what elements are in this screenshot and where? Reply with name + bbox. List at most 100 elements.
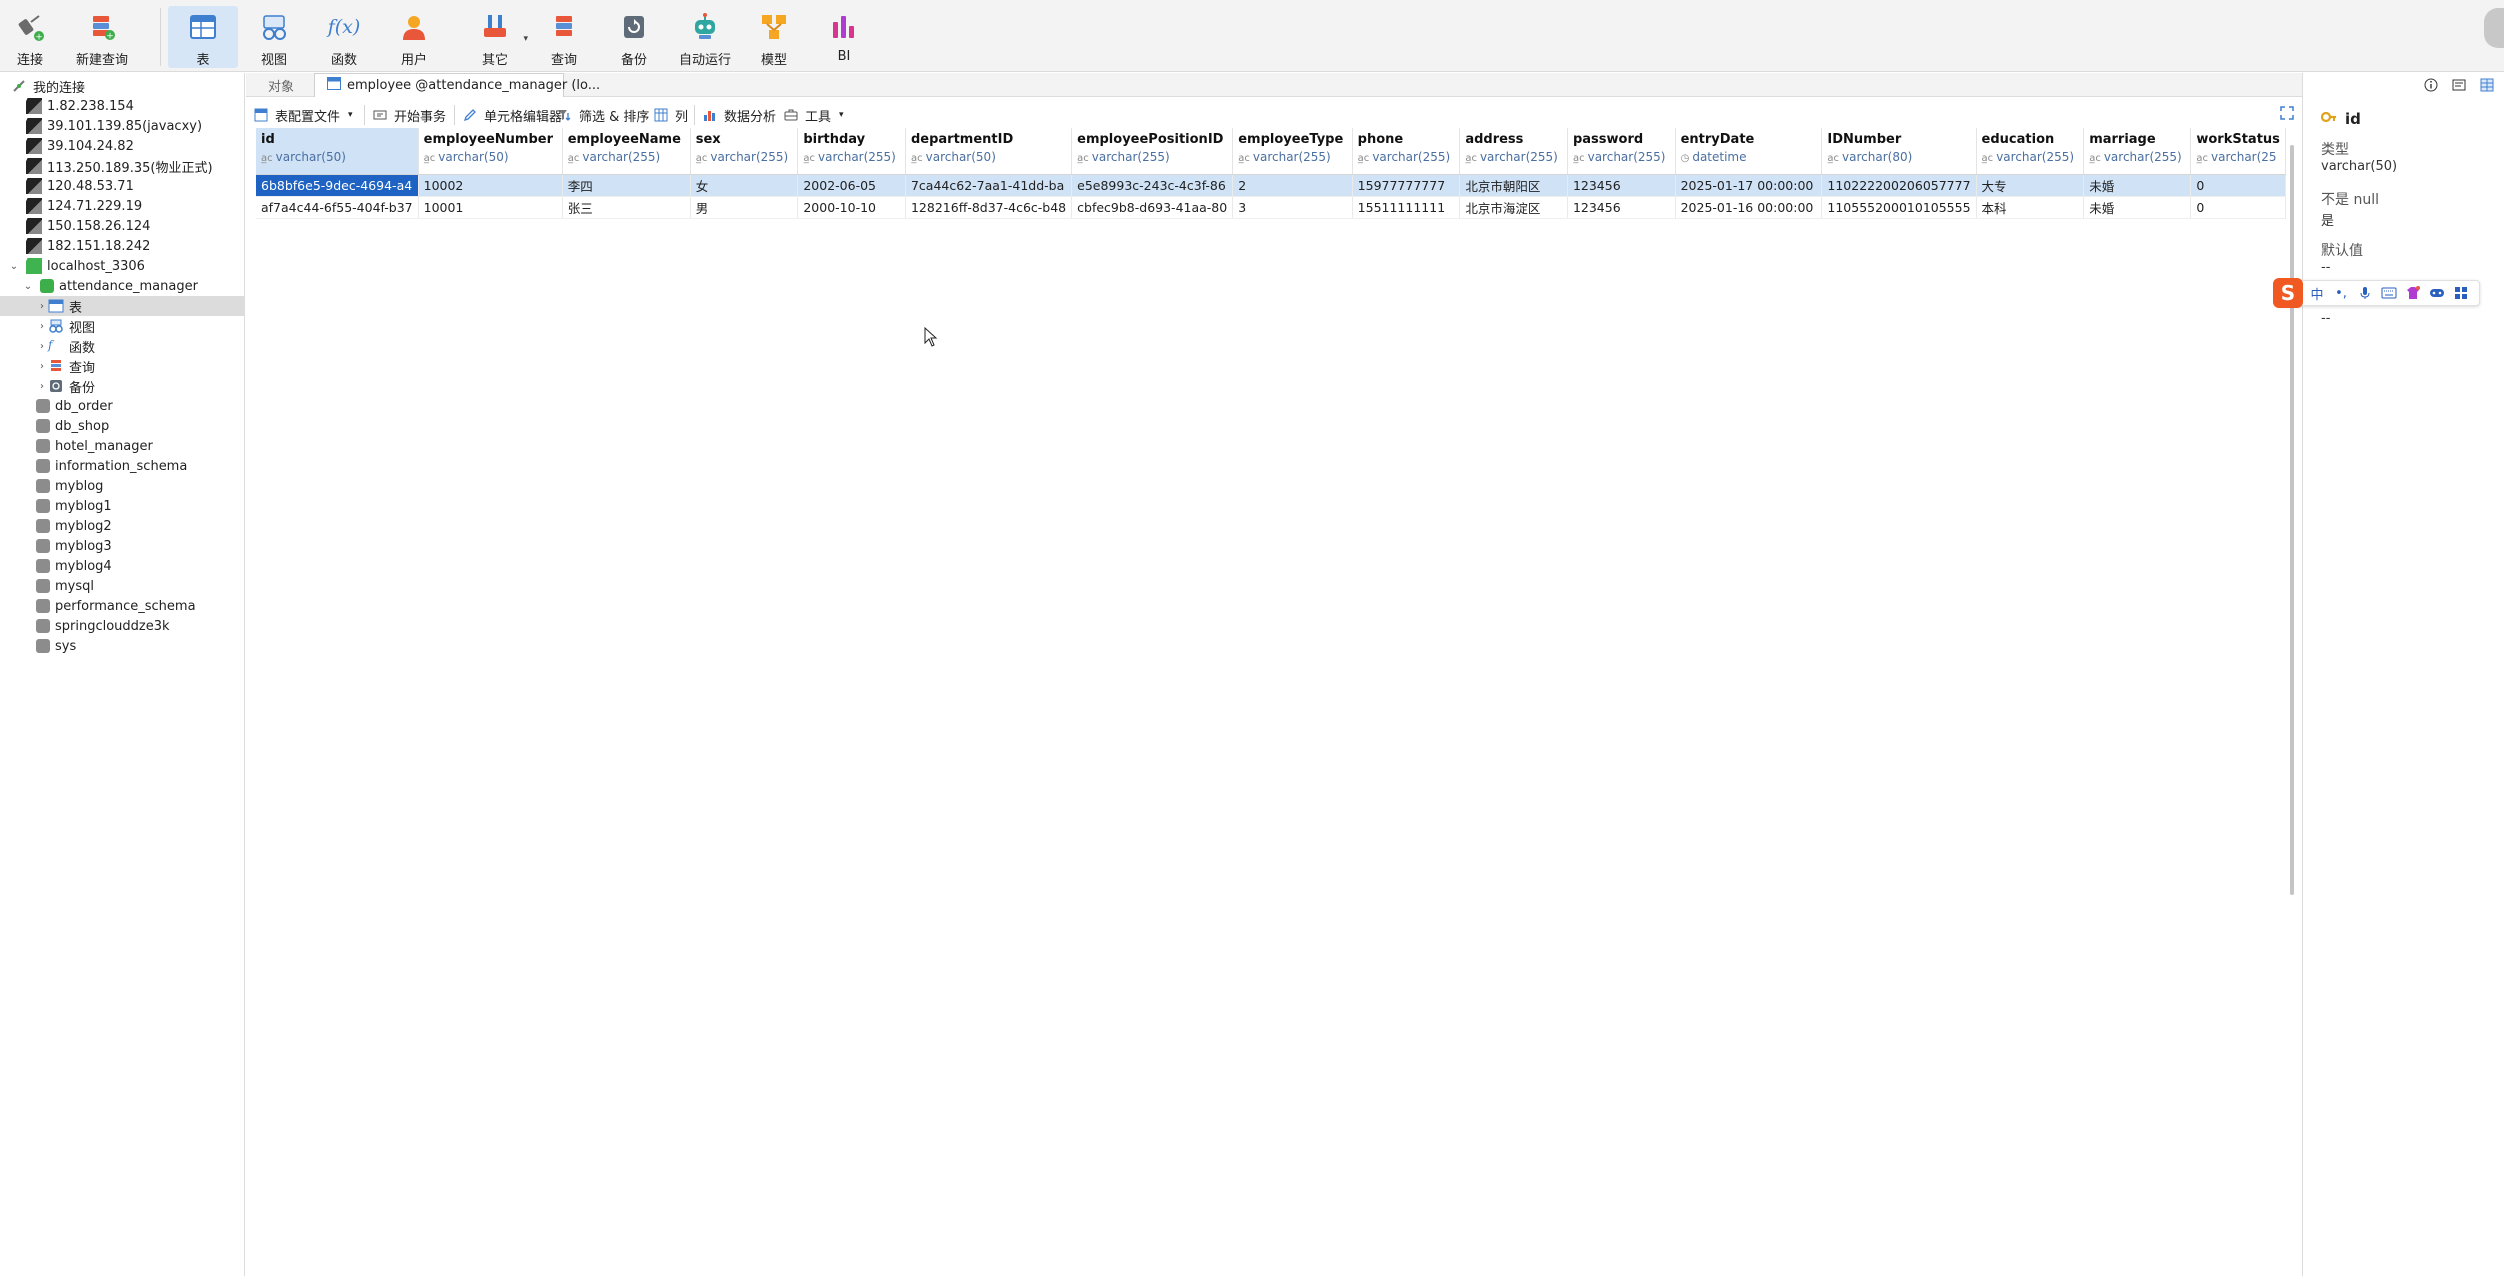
column-header-sex[interactable]: sex a̲c varchar(255) bbox=[690, 128, 799, 175]
column-header-employeeType[interactable]: employeeType a̲c varchar(255) bbox=[1232, 128, 1353, 175]
table-cell-employeePositionID[interactable]: e5e8993c-243c-4c3f-86 bbox=[1071, 174, 1234, 197]
other-button[interactable]: 其它 ▾ bbox=[466, 6, 528, 68]
chevron-down-icon[interactable]: ▾ bbox=[523, 34, 528, 44]
tree-root-my-connections[interactable]: 我的连接 bbox=[0, 76, 244, 96]
query-button[interactable]: 查询 bbox=[542, 6, 586, 68]
table-cell-IDNumber[interactable]: 110555200010105555 bbox=[1821, 196, 1977, 219]
tree-item-database[interactable]: myblog2 bbox=[0, 516, 244, 536]
tree-item-queries[interactable]: › 查询 bbox=[0, 356, 244, 376]
skin-icon[interactable] bbox=[2403, 285, 2423, 301]
chevron-right-icon[interactable]: › bbox=[36, 361, 48, 372]
tree-item-database[interactable]: mysql bbox=[0, 576, 244, 596]
tree-item-database[interactable]: myblog1 bbox=[0, 496, 244, 516]
tree-item-database[interactable]: db_order bbox=[0, 396, 244, 416]
ddl-icon[interactable] bbox=[2452, 78, 2466, 92]
tree-item-database[interactable]: db_shop bbox=[0, 416, 244, 436]
column-header-password[interactable]: password a̲c varchar(255) bbox=[1567, 128, 1676, 175]
table-cell-departmentID[interactable]: 128216ff-8d37-4c6c-b48 bbox=[905, 196, 1073, 219]
grid-layout-icon[interactable] bbox=[2480, 78, 2494, 92]
chevron-down-icon[interactable]: ▾ bbox=[348, 110, 353, 120]
punctuation-toggle[interactable]: •, bbox=[2331, 285, 2351, 301]
table-cell-employeeNumber[interactable]: 10001 bbox=[418, 196, 563, 219]
user-button[interactable]: 用户 bbox=[392, 6, 436, 68]
vertical-scrollbar[interactable] bbox=[2288, 145, 2298, 895]
microphone-icon[interactable] bbox=[2355, 285, 2375, 301]
tree-item-connection[interactable]: 39.101.139.85(javacxy) bbox=[0, 116, 244, 136]
column-header-address[interactable]: address a̲c varchar(255) bbox=[1459, 128, 1568, 175]
tree-item-database[interactable]: information_schema bbox=[0, 456, 244, 476]
table-cell-marriage[interactable]: 未婚 bbox=[2083, 196, 2192, 219]
avatar[interactable] bbox=[2484, 8, 2504, 48]
column-header-id[interactable]: id a̲c varchar(50) bbox=[256, 128, 419, 175]
begin-transaction-button[interactable]: 开始事务 bbox=[364, 105, 446, 125]
toolbox-grid-icon[interactable] bbox=[2451, 285, 2471, 301]
function-button[interactable]: f(x) 函数 bbox=[322, 6, 366, 68]
fullscreen-button[interactable] bbox=[2280, 105, 2294, 125]
tree-item-localhost[interactable]: ⌄ localhost_3306 bbox=[0, 256, 244, 276]
keyboard-icon[interactable] bbox=[2379, 285, 2399, 301]
chevron-right-icon[interactable]: › bbox=[36, 341, 48, 352]
table-cell-departmentID[interactable]: 7ca44c62-7aa1-41dd-ba bbox=[905, 174, 1073, 197]
chevron-down-icon[interactable]: ⌄ bbox=[16, 281, 40, 292]
tree-item-connection[interactable]: 39.104.24.82 bbox=[0, 136, 244, 156]
chevron-right-icon[interactable]: › bbox=[36, 381, 48, 392]
chevron-right-icon[interactable]: › bbox=[36, 301, 48, 312]
table-cell-password[interactable]: 123456 bbox=[1567, 174, 1676, 197]
table-cell-birthday[interactable]: 2002-06-05 bbox=[797, 174, 906, 197]
tree-item-database[interactable]: myblog4 bbox=[0, 556, 244, 576]
tree-item-connection[interactable]: 120.48.53.71 bbox=[0, 176, 244, 196]
chevron-right-icon[interactable]: › bbox=[36, 321, 48, 332]
table-cell-entryDate[interactable]: 2025-01-17 00:00:00 bbox=[1675, 174, 1823, 197]
tree-item-database[interactable]: performance_schema bbox=[0, 596, 244, 616]
table-cell-phone[interactable]: 15511111111 bbox=[1352, 196, 1461, 219]
column-header-IDNumber[interactable]: IDNumber a̲c varchar(80) bbox=[1821, 128, 1977, 175]
table-cell-IDNumber[interactable]: 110222200206057777 bbox=[1821, 174, 1977, 197]
table-profile-button[interactable]: 表配置文件 ▾ bbox=[254, 105, 353, 125]
tree-item-connection[interactable]: 150.158.26.124 bbox=[0, 216, 244, 236]
tools-button[interactable]: 工具 ▾ bbox=[784, 105, 844, 125]
table-cell-address[interactable]: 北京市朝阳区 bbox=[1459, 174, 1568, 197]
tree-item-database[interactable]: hotel_manager bbox=[0, 436, 244, 456]
column-header-employeePositionID[interactable]: employeePositionID a̲c varchar(255) bbox=[1071, 128, 1234, 175]
table-cell-phone[interactable]: 15977777777 bbox=[1352, 174, 1461, 197]
tree-item-views[interactable]: › 视图 bbox=[0, 316, 244, 336]
chevron-down-icon[interactable]: ⌄ bbox=[2, 261, 26, 272]
column-header-education[interactable]: education a̲c varchar(255) bbox=[1976, 128, 2085, 175]
cell-editor-button[interactable]: 单元格编辑器 bbox=[454, 105, 562, 125]
tree-item-tables[interactable]: › 表 bbox=[0, 296, 244, 316]
info-icon[interactable] bbox=[2424, 78, 2438, 92]
column-header-birthday[interactable]: birthday a̲c varchar(255) bbox=[797, 128, 906, 175]
table-cell-birthday[interactable]: 2000-10-10 bbox=[797, 196, 906, 219]
ime-toolbar[interactable]: S 中 •, bbox=[2273, 278, 2480, 308]
table-cell-employeePositionID[interactable]: cbfec9b8-d693-41aa-80 bbox=[1071, 196, 1234, 219]
ime-mode-toggle[interactable]: 中 bbox=[2307, 285, 2327, 303]
tree-item-connection[interactable]: 182.151.18.242 bbox=[0, 236, 244, 256]
sogou-logo-icon[interactable]: S bbox=[2273, 278, 2303, 308]
table-cell-workStatus[interactable]: 0 bbox=[2190, 174, 2286, 197]
column-header-marriage[interactable]: marriage a̲c varchar(255) bbox=[2083, 128, 2192, 175]
table-cell-password[interactable]: 123456 bbox=[1567, 196, 1676, 219]
table-cell-entryDate[interactable]: 2025-01-16 00:00:00 bbox=[1675, 196, 1823, 219]
tree-item-database[interactable]: springclouddze3k bbox=[0, 616, 244, 636]
connect-button[interactable]: + 连接 bbox=[8, 6, 52, 68]
chevron-down-icon[interactable]: ▾ bbox=[839, 110, 844, 120]
data-analysis-button[interactable]: 数据分析 bbox=[694, 105, 776, 125]
table-cell-education[interactable]: 本科 bbox=[1976, 196, 2085, 219]
auto-run-button[interactable]: 自动运行 bbox=[676, 6, 734, 68]
table-cell-employeeName[interactable]: 张三 bbox=[562, 196, 691, 219]
table-button[interactable]: 表 bbox=[168, 6, 238, 68]
table-cell-sex[interactable]: 女 bbox=[690, 174, 799, 197]
tree-item-database[interactable]: myblog bbox=[0, 476, 244, 496]
tree-item-attendance-manager[interactable]: ⌄ attendance_manager bbox=[0, 276, 244, 296]
columns-button[interactable]: 列 bbox=[654, 105, 688, 125]
tree-item-connection[interactable]: 124.71.229.19 bbox=[0, 196, 244, 216]
view-button[interactable]: 视图 bbox=[252, 6, 296, 68]
table-cell-education[interactable]: 大专 bbox=[1976, 174, 2085, 197]
filter-sort-button[interactable]: 筛选 & 排序 bbox=[558, 105, 649, 125]
backup-button[interactable]: 备份 bbox=[612, 6, 656, 68]
gamepad-icon[interactable] bbox=[2427, 285, 2447, 301]
table-cell-id[interactable]: af7a4c44-6f55-404f-b37 bbox=[256, 196, 419, 219]
table-cell-address[interactable]: 北京市海淀区 bbox=[1459, 196, 1568, 219]
table-row[interactable]: af7a4c44-6f55-404f-b37 10001 张三男 2000-10-10… bbox=[256, 196, 2286, 219]
tree-item-connection[interactable]: 113.250.189.35(物业正式) bbox=[0, 156, 244, 176]
